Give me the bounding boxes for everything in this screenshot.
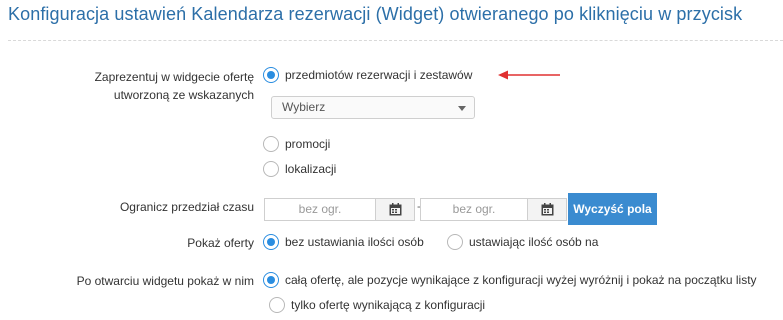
radio-offer-items[interactable]: przedmiotów rezerwacji i zestawów [263,67,472,83]
calendar-icon [389,203,401,216]
offer-source-label-line1: Zaprezentuj w widgecie ofertę [94,70,254,84]
radio-control[interactable] [263,234,279,250]
date-from-input[interactable]: bez ogr. [264,198,376,221]
offer-source-label: Zaprezentuj w widgecie ofertę utworzoną … [60,68,254,104]
date-to-input[interactable]: bez ogr. [420,198,528,221]
chevron-down-icon [458,106,466,111]
radio-control[interactable] [447,234,463,250]
show-offers-label: Pokaż oferty [187,236,254,250]
radio-label: bez ustawiania ilości osób [285,235,424,249]
radio-control[interactable] [263,161,279,177]
radio-full-offer[interactable]: całą ofertę, ale pozycje wynikające z ko… [263,272,757,288]
radio-control[interactable] [263,136,279,152]
date-from-calendar-button[interactable] [375,198,415,221]
radio-label: tylko ofertę wynikającą z konfiguracji [291,298,486,312]
time-range-label: Ogranicz przedział czasu [119,200,254,214]
radio-control[interactable] [263,272,279,288]
offer-select-value: Wybierz [282,100,326,114]
title-divider [8,40,783,41]
page-title: Konfiguracja ustawień Kalendarza rezerwa… [8,4,743,24]
radio-set-people-count[interactable]: ustawiając ilość osób na [447,234,598,250]
radio-label: całą ofertę, ale pozycje wynikające z ko… [285,273,757,287]
radio-label: ustawiając ilość osób na [469,235,599,249]
date-to-calendar-button[interactable] [527,198,567,221]
clear-fields-button[interactable]: Wyczyść pola [568,193,657,225]
radio-control[interactable] [269,297,285,313]
radio-offer-promotions[interactable]: promocji [263,136,330,152]
radio-control[interactable] [263,67,279,83]
red-arrow-icon [498,70,560,80]
radio-offer-locations[interactable]: lokalizacji [263,161,336,177]
radio-config-offer-only[interactable]: tylko ofertę wynikającą z konfiguracji [269,297,485,313]
after-open-label: Po otwarciu widgetu pokaż w nim [76,274,254,288]
offer-source-label-line2: utworzoną ze wskazanych [113,88,254,102]
offer-select[interactable]: Wybierz [271,96,475,119]
radio-no-people-count[interactable]: bez ustawiania ilości osób [263,234,424,250]
calendar-icon [541,203,553,216]
radio-label: promocji [285,137,331,151]
radio-label: lokalizacji [285,162,337,176]
radio-label: przedmiotów rezerwacji i zestawów [285,68,473,82]
